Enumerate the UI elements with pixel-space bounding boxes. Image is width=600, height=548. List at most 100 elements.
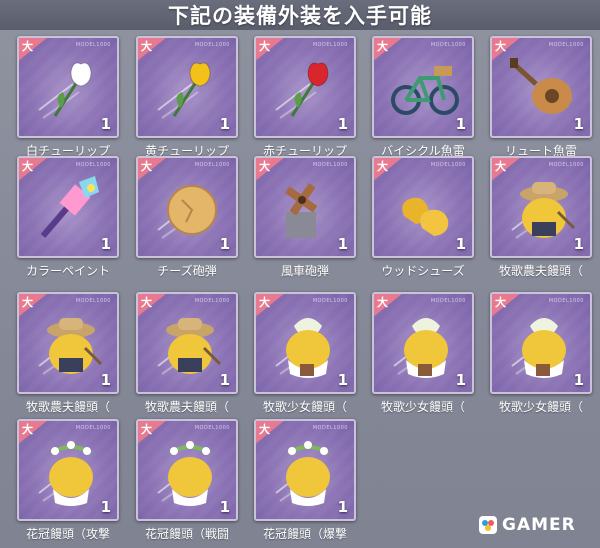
bicycle-icon [391,66,459,115]
item-card[interactable]: 大 MODEL1000 1 [17,156,119,258]
model-tag: MODEL1000 [548,298,584,304]
gamer-logo-icon [479,516,497,534]
skin-item[interactable]: 大 MODEL1000 1 風車砲弾 [246,156,364,284]
rarity-badge-glyph: 大 [377,40,388,53]
item-label: 牧歌農夫饅頭（ [498,264,583,278]
item-card[interactable]: 大 MODEL1000 1 [136,419,238,521]
lute-icon [510,58,572,114]
model-tag: MODEL1000 [312,162,348,168]
rarity-badge-glyph: 大 [259,423,270,436]
item-quantity: 1 [337,235,348,253]
item-quantity: 1 [219,115,230,133]
rarity-badge-glyph: 大 [377,296,388,309]
model-tag: MODEL1000 [194,42,230,48]
rarity-badge-glyph: 大 [259,296,270,309]
item-label: 風車砲弾 [280,264,329,278]
rarity-badge-glyph: 大 [22,423,33,436]
item-card[interactable]: 大 MODEL1000 1 [254,156,356,258]
gamer-logo-text: GAMER [502,515,576,535]
skin-item[interactable]: 大 MODEL1000 1 チーズ砲弾 [128,156,246,284]
item-quantity: 1 [219,235,230,253]
item-card[interactable]: 大 MODEL1000 1 [136,36,238,138]
yellow-tulip-icon [157,62,211,119]
item-quantity: 1 [337,115,348,133]
skin-item[interactable]: 大 MODEL1000 1 牧歌少女饅頭（ [482,292,600,420]
item-card[interactable]: 大 MODEL1000 1 [254,36,356,138]
model-tag: MODEL1000 [312,298,348,304]
item-label: 牧歌農夫饅頭（ [25,400,110,414]
rarity-badge-glyph: 大 [22,40,33,53]
skin-item[interactable]: 大 MODEL1000 1 カラーペイント [9,156,127,284]
model-tag: MODEL1000 [548,42,584,48]
item-card[interactable]: 大 MODEL1000 1 [254,419,356,521]
item-quantity: 1 [455,115,466,133]
model-tag: MODEL1000 [75,162,111,168]
item-card[interactable]: 大 MODEL1000 1 [17,419,119,521]
rarity-badge-glyph: 大 [22,296,33,309]
rarity-badge-glyph: 大 [141,423,152,436]
item-card[interactable]: 大 MODEL1000 1 [136,156,238,258]
item-label: 牧歌少女饅頭（ [380,400,465,414]
item-label: 花冠饅頭（戦闘 [144,527,229,541]
maiden-manjuu-icon [275,318,330,378]
item-quantity: 1 [573,115,584,133]
model-tag: MODEL1000 [548,162,584,168]
model-tag: MODEL1000 [75,42,111,48]
rarity-badge-glyph: 大 [141,160,152,173]
skin-item[interactable]: 大 MODEL1000 1 牧歌農夫饅頭（ [9,292,127,420]
item-quantity: 1 [100,115,111,133]
skin-item[interactable]: 大 MODEL1000 1 牧歌少女饅頭（ [364,292,482,420]
item-card[interactable]: 大 MODEL1000 1 [17,36,119,138]
model-tag: MODEL1000 [430,162,466,168]
item-card[interactable]: 大 MODEL1000 1 [372,36,474,138]
skin-item[interactable]: 大 MODEL1000 1 花冠饅頭（攻撃 [9,419,127,547]
skin-item[interactable]: 大 MODEL1000 1 白チューリップ [9,36,127,164]
item-quantity: 1 [337,371,348,389]
skin-item[interactable]: 大 MODEL1000 1 黄チューリップ [128,36,246,164]
maiden-manjuu-icon [393,318,448,378]
windmill-icon [284,182,318,238]
rarity-badge-glyph: 大 [259,40,270,53]
item-card[interactable]: 大 MODEL1000 1 [490,36,592,138]
farmer-manjuu-icon [157,318,222,375]
rarity-badge-glyph: 大 [22,160,33,173]
model-tag: MODEL1000 [75,425,111,431]
skin-item[interactable]: 大 MODEL1000 1 リュート魚雷 [482,36,600,164]
skin-item[interactable]: 大 MODEL1000 1 バイシクル魚雷 [364,36,482,164]
skin-item[interactable]: 大 MODEL1000 1 赤チューリップ [246,36,364,164]
skin-item[interactable]: 大 MODEL1000 1 花冠饅頭（爆撃 [246,419,364,547]
item-label: ウッドシューズ [381,264,465,278]
skin-item[interactable]: 大 MODEL1000 1 ウッドシューズ [364,156,482,284]
model-tag: MODEL1000 [312,42,348,48]
item-quantity: 1 [455,371,466,389]
item-card[interactable]: 大 MODEL1000 1 [136,292,238,394]
skin-item[interactable]: 大 MODEL1000 1 牧歌少女饅頭（ [246,292,364,420]
skin-item[interactable]: 大 MODEL1000 1 花冠饅頭（戦闘 [128,419,246,547]
item-quantity: 1 [573,371,584,389]
maiden-manjuu-icon [511,318,566,378]
rarity-badge-glyph: 大 [495,40,506,53]
item-card[interactable]: 大 MODEL1000 1 [372,156,474,258]
skin-item[interactable]: 大 MODEL1000 1 牧歌農夫饅頭（ [482,156,600,284]
item-quantity: 1 [219,371,230,389]
item-card[interactable]: 大 MODEL1000 1 [372,292,474,394]
skin-item[interactable]: 大 MODEL1000 1 牧歌農夫饅頭（ [128,292,246,420]
farmer-manjuu-icon [38,318,103,375]
rarity-badge-glyph: 大 [141,296,152,309]
item-quantity: 1 [100,235,111,253]
item-quantity: 1 [337,498,348,516]
item-grid: 大 MODEL1000 1 白チューリップ大 MODEL1000 1 黄チューリップ大 MOD… [0,0,600,548]
gamer-logo: GAMER [478,513,576,537]
item-card[interactable]: 大 MODEL1000 1 [490,156,592,258]
item-quantity: 1 [219,498,230,516]
item-quantity: 1 [455,235,466,253]
flower-crown-manjuu-icon [38,441,93,506]
model-tag: MODEL1000 [75,298,111,304]
white-tulip-icon [38,62,92,119]
item-label: 牧歌農夫饅頭（ [144,400,229,414]
item-card[interactable]: 大 MODEL1000 1 [254,292,356,394]
item-card[interactable]: 大 MODEL1000 1 [17,292,119,394]
model-tag: MODEL1000 [194,298,230,304]
item-card[interactable]: 大 MODEL1000 1 [490,292,592,394]
model-tag: MODEL1000 [194,162,230,168]
